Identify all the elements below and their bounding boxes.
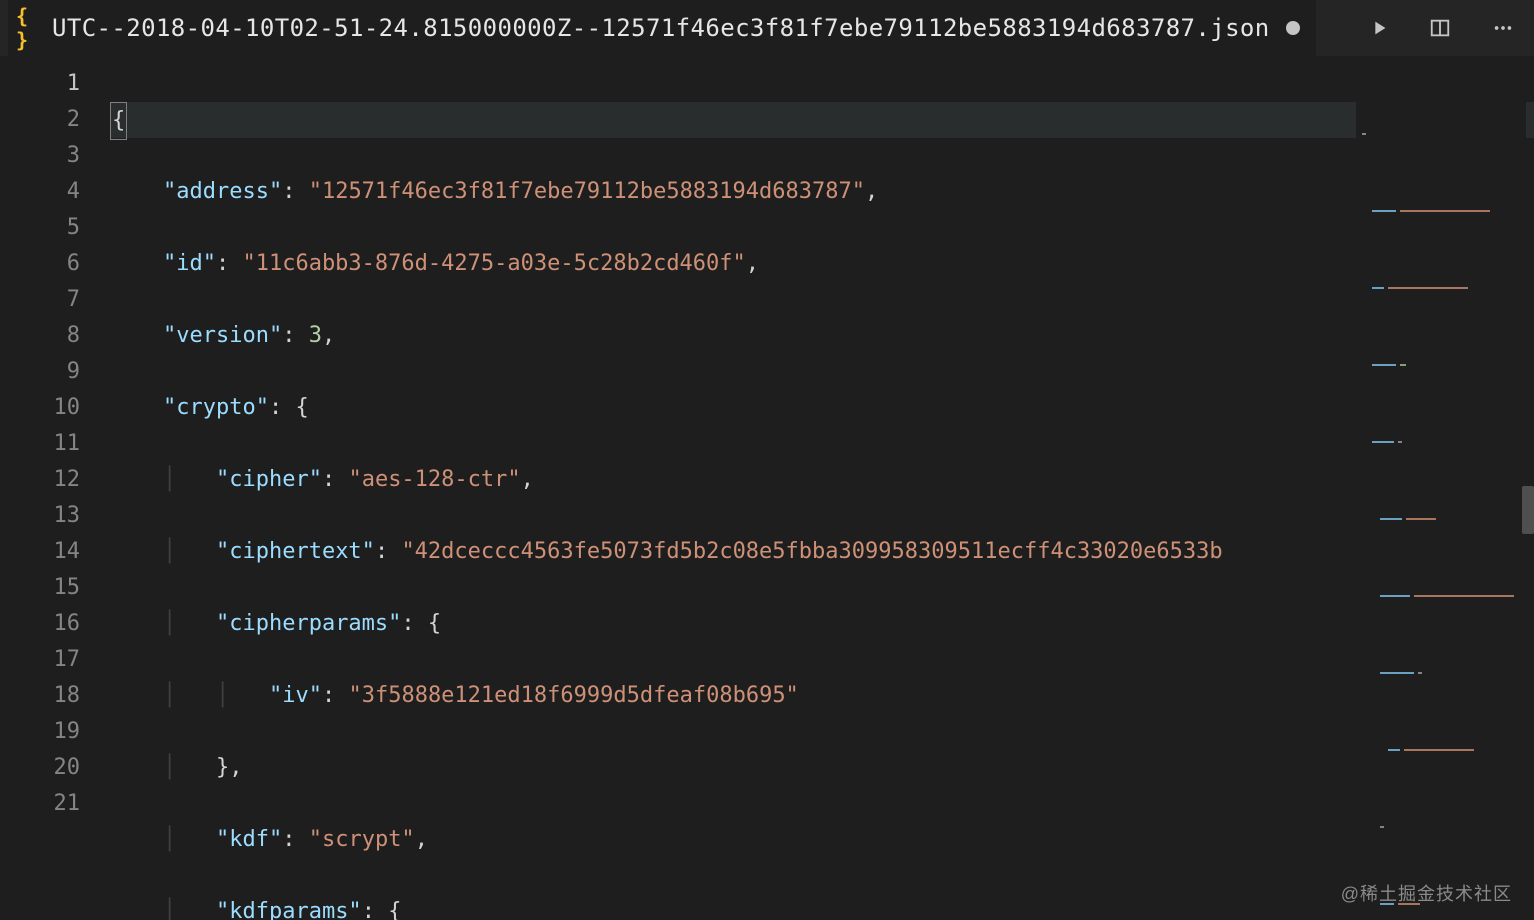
line-number-gutter: 1 2 3 4 5 6 7 8 9 10 11 12 13 14 15 16 1…	[0, 56, 110, 920]
more-icon[interactable]	[1490, 17, 1516, 39]
editor: 1 2 3 4 5 6 7 8 9 10 11 12 13 14 15 16 1…	[0, 56, 1534, 920]
line-number[interactable]: 7	[0, 282, 110, 318]
code-line: "version": 3,	[110, 318, 1534, 354]
code-line: "crypto": {	[110, 390, 1534, 426]
code-line: │ "kdf": "scrypt",	[110, 822, 1534, 858]
line-number[interactable]: 8	[0, 318, 110, 354]
line-number[interactable]: 18	[0, 678, 110, 714]
code-line: {	[110, 102, 1534, 138]
unsaved-indicator-icon	[1286, 21, 1300, 35]
code-line: "id": "11c6abb3-876d-4275-a03e-5c28b2cd4…	[110, 246, 1534, 282]
line-number[interactable]: 5	[0, 210, 110, 246]
code-line: │ "cipher": "aes-128-ctr",	[110, 462, 1534, 498]
line-number[interactable]: 10	[0, 390, 110, 426]
code-line: "address": "12571f46ec3f81f7ebe79112be58…	[110, 174, 1534, 210]
line-number[interactable]: 9	[0, 354, 110, 390]
code-line: │ "kdfparams": {	[110, 894, 1534, 920]
line-number[interactable]: 4	[0, 174, 110, 210]
line-number[interactable]: 16	[0, 606, 110, 642]
line-number[interactable]: 1	[0, 66, 110, 102]
json-file-icon: { }	[16, 15, 42, 41]
line-number[interactable]: 12	[0, 462, 110, 498]
editor-actions	[1368, 17, 1516, 39]
code-line: │ "cipherparams": {	[110, 606, 1534, 642]
editor-tab[interactable]: { } UTC--2018-04-10T02-51-24.815000000Z-…	[8, 0, 1316, 56]
code-line: │ "ciphertext": "42dceccc4563fe5073fd5b2…	[110, 534, 1534, 570]
split-editor-icon[interactable]	[1428, 17, 1452, 39]
line-number[interactable]: 20	[0, 750, 110, 786]
code-line: │ │ "iv": "3f5888e121ed18f6999d5dfeaf08b…	[110, 678, 1534, 714]
tab-bar: { } UTC--2018-04-10T02-51-24.815000000Z-…	[0, 0, 1534, 56]
line-number[interactable]: 14	[0, 534, 110, 570]
line-number[interactable]: 3	[0, 138, 110, 174]
code-area[interactable]: { "address": "12571f46ec3f81f7ebe79112be…	[110, 56, 1534, 920]
line-number[interactable]: 19	[0, 714, 110, 750]
line-number[interactable]: 15	[0, 570, 110, 606]
line-number[interactable]: 17	[0, 642, 110, 678]
scrollbar-thumb[interactable]	[1522, 486, 1534, 534]
line-number[interactable]: 11	[0, 426, 110, 462]
line-number[interactable]: 6	[0, 246, 110, 282]
minimap[interactable]	[1356, 56, 1526, 920]
line-number[interactable]: 13	[0, 498, 110, 534]
code-line: │ },	[110, 750, 1534, 786]
line-number[interactable]: 21	[0, 786, 110, 822]
run-icon[interactable]	[1368, 17, 1390, 39]
vertical-scrollbar[interactable]	[1522, 56, 1534, 920]
tab-filename: UTC--2018-04-10T02-51-24.815000000Z--125…	[52, 14, 1270, 42]
line-number[interactable]: 2	[0, 102, 110, 138]
watermark: @稀土掘金技术社区	[1341, 880, 1512, 906]
